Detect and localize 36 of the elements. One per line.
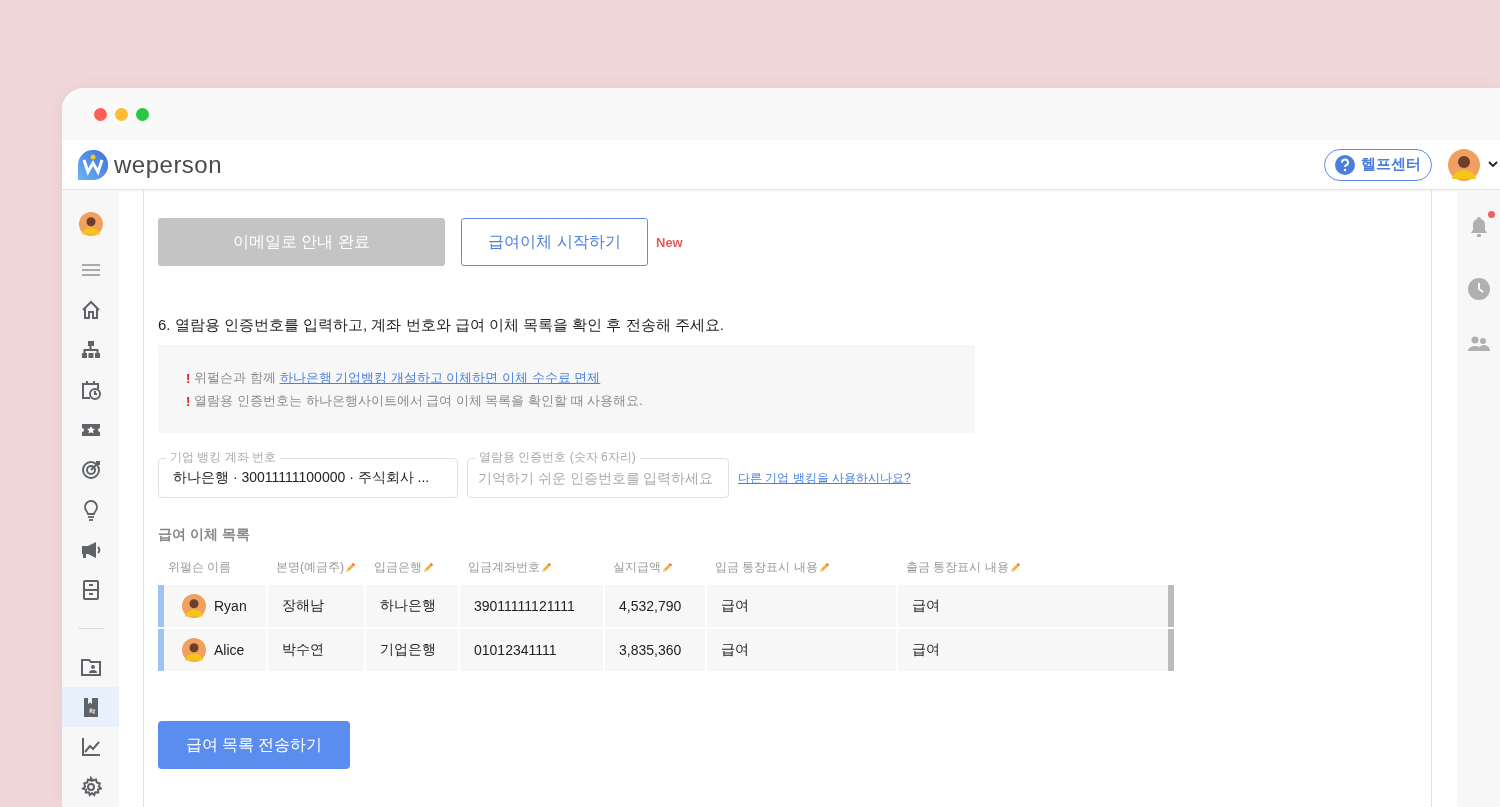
table-cell: 기업은행 [380, 641, 436, 659]
column-header: 위펄슨 이름 [167, 559, 233, 576]
table-cell: 하나은행 [380, 597, 436, 615]
column-header: 출금 통장표시 내용 [898, 559, 1172, 576]
table-cell: Ryan [214, 598, 247, 614]
table-cell: 4,532,790 [619, 598, 682, 614]
notice-text: 위펄슨과 함께 하나은행 기업뱅킹 개설하고 이체하면 이체 수수료 면제 [194, 369, 601, 387]
table-cell: 장해남 [282, 597, 324, 615]
table-cell: 01012341111 [474, 642, 557, 658]
new-label: New [656, 234, 683, 250]
table-cell: 급여 [912, 641, 940, 659]
submit-list-button[interactable]: 급여 목록 전송하기 [158, 721, 350, 769]
table-cell: 3,835,360 [619, 642, 682, 658]
table-cell: 39011111121111 [474, 598, 575, 614]
column-header: 실지급액 [605, 559, 707, 576]
table-cell: 박수연 [282, 641, 324, 659]
table-cell: 급여 [721, 597, 749, 615]
table-cell: 급여 [912, 597, 940, 615]
column-header: 입금은행 [366, 559, 460, 576]
table-cell: 급여 [721, 641, 749, 659]
help-center-button[interactable]: 헬프센터 [1324, 148, 1432, 181]
start-transfer-button[interactable]: 급여이체 시작하기 [461, 218, 648, 266]
column-header: 본명(예금주) [268, 559, 366, 576]
logo-text: weperson [114, 150, 223, 179]
step-instruction: 6. 열람용 인증번호를 입력하고, 계좌 번호와 급여 이체 목록을 확인 후 전송해 주세요. [158, 316, 725, 335]
column-header: 입금 통장표시 내용 [707, 559, 898, 576]
table-title: 급여 이체 목록 [158, 526, 251, 544]
field-label: 열람용 인증번호 (숫자 6자리) [475, 450, 640, 464]
field-label: 기업 뱅킹 계좌 번호 [166, 450, 280, 464]
other-bank-link[interactable]: 다른 기업 뱅킹을 사용하시나요? [738, 469, 911, 487]
fee-waiver-link[interactable]: 하나은행 기업뱅킹 개설하고 이체하면 이체 수수료 면제 [279, 370, 601, 385]
notice-text: 열람용 인증번호는 하나은행사이트에서 급여 이체 목록을 확인할 때 사용해요. [194, 392, 643, 410]
table-cell: Alice [214, 642, 245, 658]
exclamation-mark: ! [186, 370, 191, 386]
exclamation-mark: ! [186, 393, 191, 409]
column-header: 입금계좌번호 [460, 559, 605, 576]
